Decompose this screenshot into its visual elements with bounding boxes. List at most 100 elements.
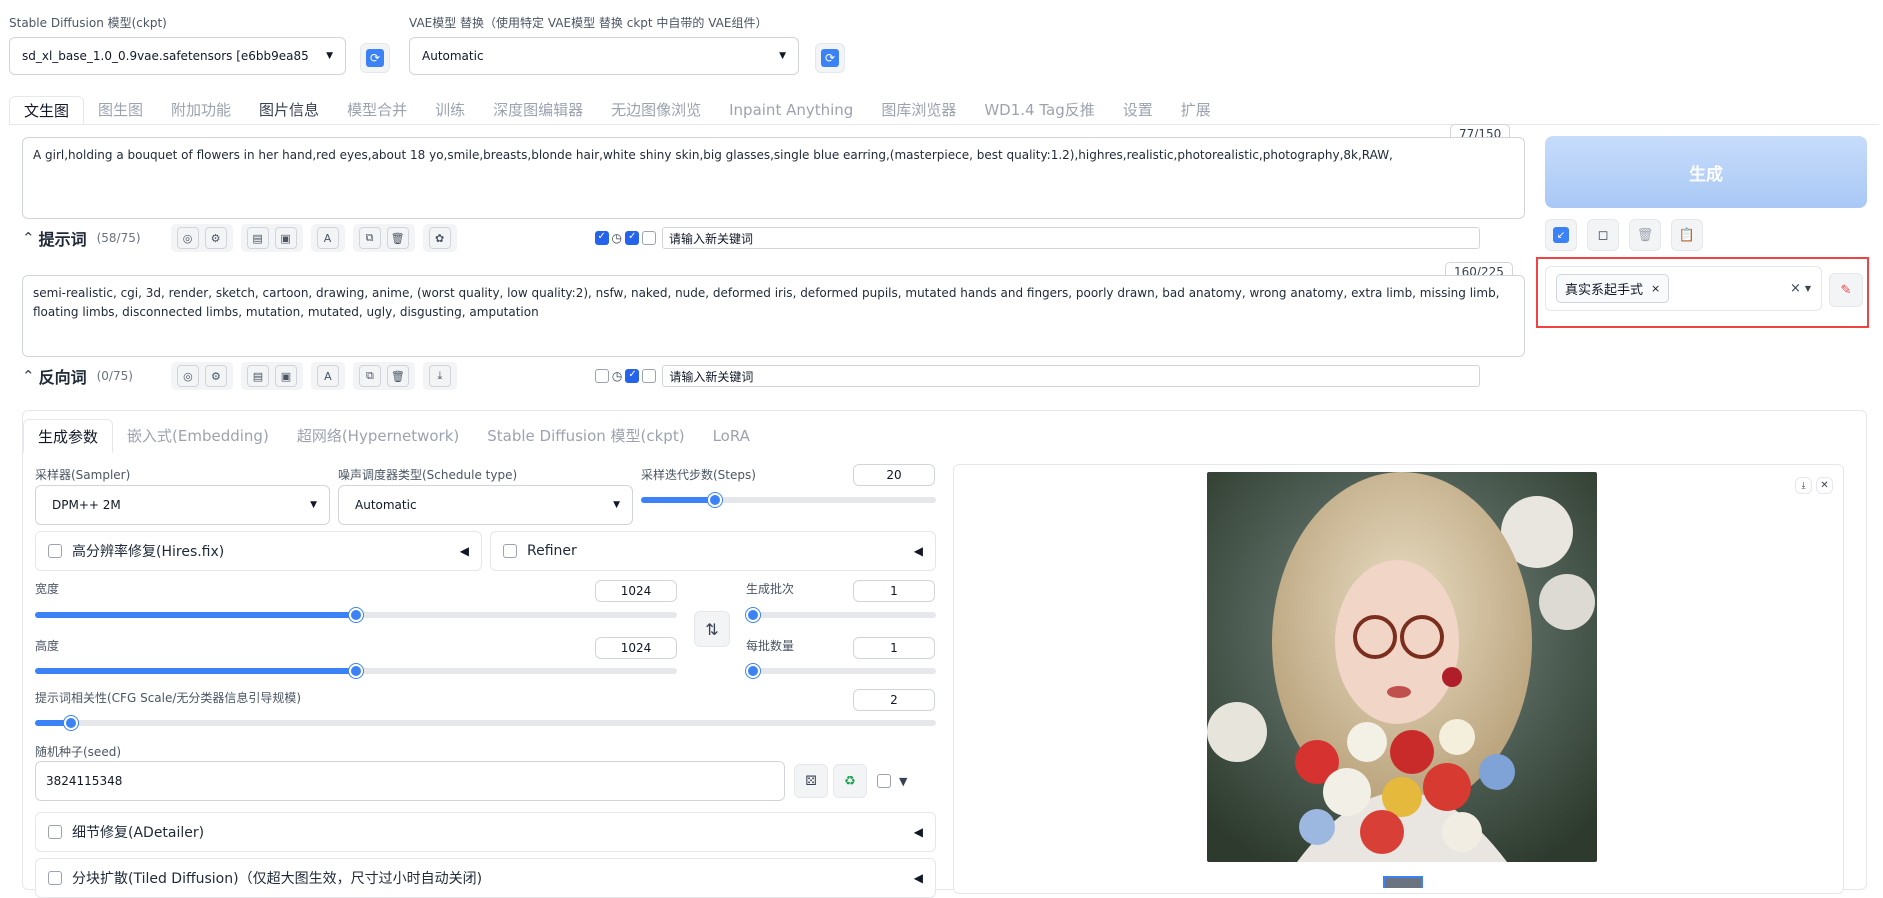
adetailer-checkbox[interactable] <box>48 825 62 839</box>
prompt-textarea[interactable]: A girl,holding a bouquet of flowers in h… <box>22 137 1525 219</box>
tab-extensions[interactable]: 扩展 <box>1167 96 1225 124</box>
vae-select[interactable]: Automatic ▼ <box>409 37 799 75</box>
globe-icon[interactable]: ◎ <box>176 365 199 387</box>
globe-icon[interactable]: ◎ <box>176 227 199 249</box>
negative-prompt-textarea[interactable]: semi-realistic, cgi, 3d, render, sketch,… <box>22 275 1525 357</box>
tab-checkpoint[interactable]: Stable Diffusion 模型(ckpt) <box>473 419 698 453</box>
trash-icon[interactable]: 🗑 <box>386 227 409 249</box>
clipboard-button[interactable]: 📋 <box>1671 219 1703 251</box>
translate-icon[interactable]: A <box>316 365 339 387</box>
steps-slider[interactable] <box>641 493 936 507</box>
seed-input[interactable]: 3824115348 <box>35 761 785 801</box>
height-input[interactable]: 1024 <box>595 637 677 659</box>
gear-icon[interactable]: ⚙ <box>204 227 227 249</box>
width-slider[interactable] <box>35 608 677 622</box>
random-seed-button[interactable]: ⚄ <box>794 764 828 798</box>
tab-model-merge[interactable]: 模型合并 <box>333 96 421 124</box>
steps-slider-thumb[interactable] <box>707 493 722 507</box>
apply-style-button[interactable]: ↙ <box>1545 219 1577 251</box>
hires-fix-accordion[interactable]: 高分辨率修复(Hires.fix) ◀ <box>35 531 482 571</box>
tab-depth-editor[interactable]: 深度图编辑器 <box>479 96 597 124</box>
adetailer-accordion[interactable]: 细节修复(ADetailer) ◀ <box>35 812 936 852</box>
download-icon[interactable]: ⤓ <box>428 365 451 387</box>
tab-gallery-browser[interactable]: 图库浏览器 <box>867 96 970 124</box>
keyword-option-checkbox[interactable] <box>625 231 640 245</box>
schedule-select[interactable]: Automatic ▼ <box>338 485 633 525</box>
prompt-keyword-input[interactable]: 请输入新关键词 <box>662 227 1481 249</box>
tab-wd14-tagger[interactable]: WD1.4 Tag反推 <box>970 96 1108 124</box>
tab-txt2img[interactable]: 文生图 <box>9 96 85 124</box>
chevron-down-icon[interactable]: ▼ <box>899 775 907 788</box>
delete-button[interactable]: 🗑 <box>1629 219 1661 251</box>
collapse-icon[interactable]: ⌃ <box>22 367 35 385</box>
history-icon[interactable]: ▤ <box>246 227 269 249</box>
tab-png-info[interactable]: 图片信息 <box>245 96 333 124</box>
batch-size-input[interactable]: 1 <box>853 637 935 659</box>
close-icon[interactable]: × <box>1651 282 1660 295</box>
hires-fix-checkbox[interactable] <box>48 544 62 558</box>
style-tag-label: 真实系起手式 <box>1565 283 1644 298</box>
gallery-thumbnail[interactable] <box>1383 876 1423 888</box>
width-slider-thumb[interactable] <box>349 608 363 622</box>
tab-generation-params[interactable]: 生成参数 <box>23 419 114 453</box>
style-selector[interactable]: 真实系起手式 × × ▼ <box>1545 266 1822 311</box>
download-icon[interactable]: ⤓ <box>1795 477 1812 494</box>
translate-icon[interactable]: A <box>316 227 339 249</box>
tab-extras[interactable]: 附加功能 <box>157 96 245 124</box>
bookmark-icon[interactable]: ▣ <box>274 227 297 249</box>
openai-icon[interactable]: ✿ <box>428 227 451 249</box>
tab-settings[interactable]: 设置 <box>1109 96 1167 124</box>
generate-button[interactable]: 生成 <box>1545 136 1867 208</box>
cfg-input[interactable]: 2 <box>853 689 935 711</box>
swap-dimensions-button[interactable]: ⇅ <box>694 611 730 647</box>
edit-style-button[interactable]: ✎ <box>1829 273 1863 307</box>
close-icon[interactable]: ✕ <box>1816 477 1833 494</box>
trash-icon[interactable]: 🗑 <box>386 365 409 387</box>
reuse-seed-button[interactable]: ♻ <box>833 764 867 798</box>
tiled-diffusion-checkbox[interactable] <box>48 871 62 885</box>
keyword-panel-checkbox[interactable] <box>642 231 657 245</box>
batch-count-slider-thumb[interactable] <box>746 608 760 622</box>
batch-size-slider-thumb[interactable] <box>746 664 760 678</box>
tab-img2img[interactable]: 图生图 <box>84 96 157 124</box>
tab-lora[interactable]: LoRA <box>699 419 764 453</box>
cfg-slider-thumb[interactable] <box>64 716 79 730</box>
tab-train[interactable]: 训练 <box>421 96 479 124</box>
refiner-checkbox[interactable] <box>503 544 517 558</box>
keyword-enable-checkbox[interactable] <box>594 231 609 245</box>
generated-image[interactable] <box>1207 472 1597 862</box>
vae-refresh-button[interactable]: ⟳ <box>815 43 845 73</box>
tab-infinite-browser[interactable]: 无边图像浏览 <box>597 96 715 124</box>
width-input[interactable]: 1024 <box>595 580 677 602</box>
keyword-panel-checkbox[interactable] <box>642 369 657 383</box>
model-select[interactable]: sd_xl_base_1.0_0.9vae.safetensors [e6bb9… <box>9 37 346 75</box>
gear-icon[interactable]: ⚙ <box>204 365 227 387</box>
refiner-accordion[interactable]: Refiner ◀ <box>490 531 936 571</box>
copy-icon[interactable]: ⧉ <box>358 365 381 387</box>
chevron-down-icon[interactable]: ▼ <box>1805 284 1811 293</box>
cfg-slider[interactable] <box>35 716 936 730</box>
batch-size-slider[interactable] <box>746 664 936 678</box>
tab-hypernetwork[interactable]: 超网络(Hypernetwork) <box>283 419 473 453</box>
tab-inpaint-anything[interactable]: Inpaint Anything <box>715 96 867 124</box>
clear-icon[interactable]: × <box>1790 281 1801 296</box>
copy-icon[interactable]: ⧉ <box>358 227 381 249</box>
negative-keyword-input[interactable]: 请输入新关键词 <box>662 365 1481 387</box>
bookmark-icon[interactable]: ▣ <box>274 365 297 387</box>
square-button[interactable]: ◻ <box>1587 219 1619 251</box>
height-slider-thumb[interactable] <box>349 664 363 678</box>
steps-input[interactable]: 20 <box>853 464 935 486</box>
keyword-option-checkbox[interactable] <box>625 369 640 383</box>
tab-embedding[interactable]: 嵌入式(Embedding) <box>113 419 283 453</box>
tiled-diffusion-accordion[interactable]: 分块扩散(Tiled Diffusion)（仅超大图生效，尺寸过小时自动关闭) … <box>35 858 936 898</box>
extra-seed-checkbox[interactable] <box>877 774 891 788</box>
batch-count-slider[interactable] <box>746 608 936 622</box>
batch-count-input[interactable]: 1 <box>853 580 935 602</box>
sampler-select[interactable]: DPM++ 2M ▼ <box>35 485 330 525</box>
height-slider[interactable] <box>35 664 677 678</box>
history-icon[interactable]: ▤ <box>246 365 269 387</box>
collapse-icon[interactable]: ⌃ <box>22 229 35 247</box>
model-refresh-button[interactable]: ⟳ <box>360 43 390 73</box>
keyword-enable-checkbox[interactable] <box>594 369 609 383</box>
height-slider-fill <box>35 668 356 674</box>
